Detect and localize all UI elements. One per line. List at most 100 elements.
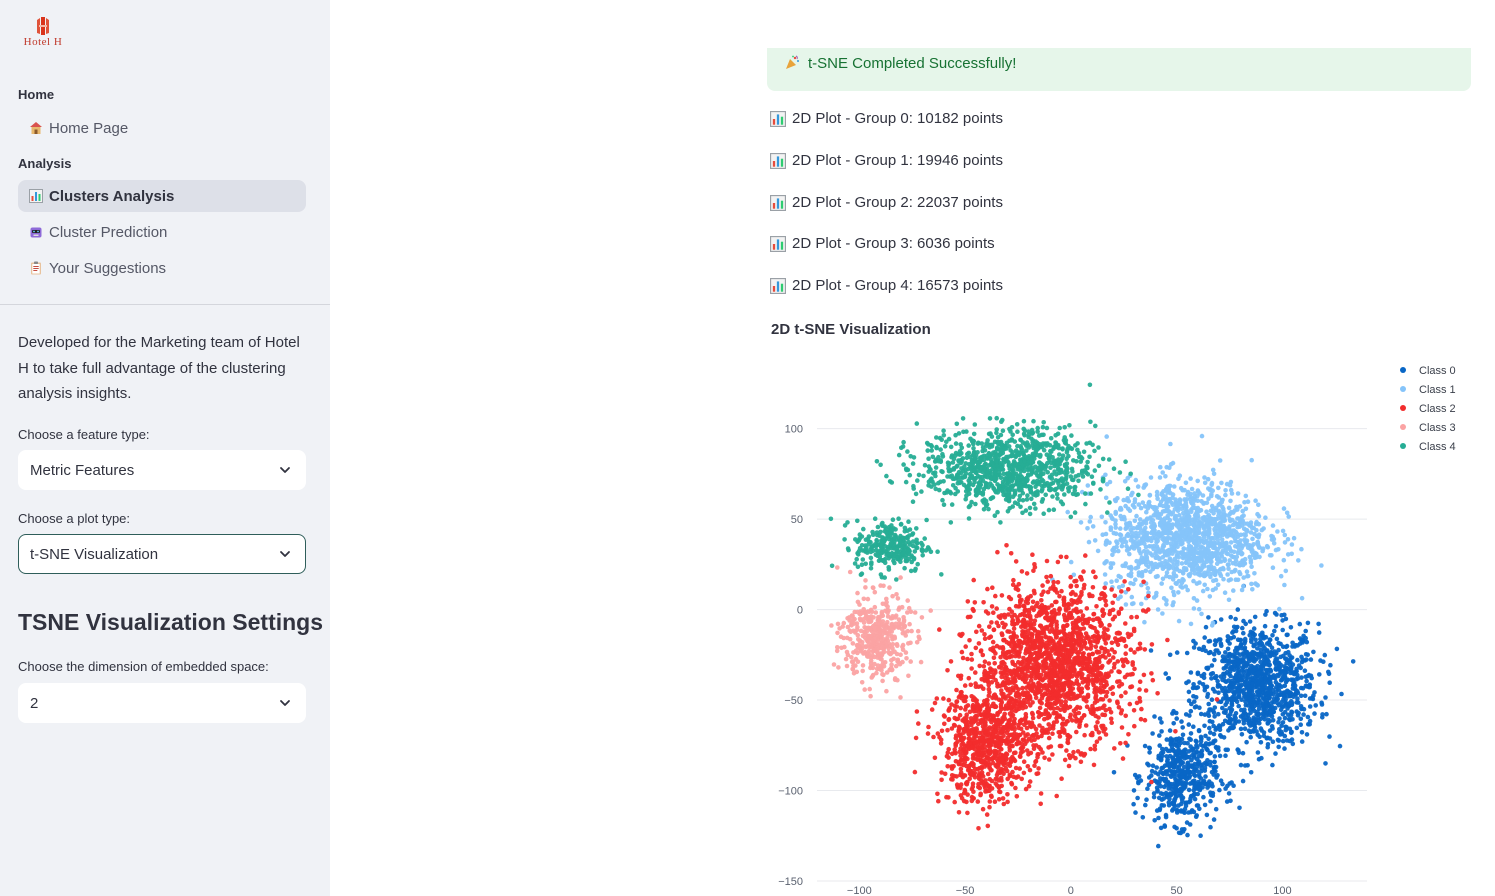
nav-item-your-suggestions[interactable]: Your Suggestions — [18, 252, 306, 284]
dimension-select[interactable]: 2 — [18, 683, 306, 723]
viz-title: 2D t-SNE Visualization — [771, 321, 931, 338]
scatter-point — [1253, 581, 1258, 586]
scatter-point — [1072, 599, 1077, 604]
hotel-logo[interactable]: Hotel H — [18, 16, 68, 50]
feature-type-select[interactable]: Metric Features — [18, 450, 306, 490]
nav-item-clusters-analysis[interactable]: Clusters Analysis — [18, 180, 306, 212]
scatter-point — [1146, 502, 1152, 508]
tsne-chart-svg[interactable]: 100500−50−100−150−100 −50 0 50 100 Class 0Cl… — [767, 350, 1471, 896]
scatter-point — [1245, 499, 1251, 504]
scatter-point — [1159, 729, 1164, 734]
chevron-down-icon — [280, 551, 290, 557]
scatter-point — [1043, 634, 1049, 640]
scatter-point — [1142, 717, 1148, 723]
scatter-point — [994, 606, 999, 611]
scatter-point — [1168, 738, 1173, 744]
scatter-point — [1235, 747, 1240, 752]
scatter-point — [1199, 558, 1204, 563]
scatter-point — [1322, 652, 1328, 658]
scatter-point — [1107, 622, 1112, 628]
scatter-point — [1206, 701, 1211, 707]
scatter-point — [1158, 563, 1163, 568]
scatter-point — [965, 599, 971, 604]
scatter-point — [1123, 561, 1128, 566]
scatter-point — [1204, 812, 1210, 818]
scatter-point — [1212, 754, 1218, 759]
scatter-point — [1152, 714, 1157, 719]
scatter-point — [1292, 686, 1298, 692]
scatter-point — [1091, 762, 1097, 768]
scatter-point — [1256, 715, 1261, 720]
scatter-point — [1249, 581, 1254, 587]
chevron-down-icon — [280, 467, 290, 473]
scatter-point — [1085, 661, 1090, 667]
scatter-point — [1198, 734, 1204, 740]
scatter-point — [1102, 703, 1107, 708]
scatter-point — [1328, 662, 1333, 668]
scatter-point — [1211, 817, 1217, 822]
scatter-point — [994, 643, 1000, 649]
plot-type-select[interactable]: t-SNE Visualization — [18, 534, 306, 574]
scatter-point — [989, 620, 994, 625]
scatter-point — [1260, 696, 1266, 701]
scatter-point — [1211, 471, 1217, 477]
scatter-point — [1189, 486, 1195, 492]
scatter-point — [1216, 637, 1222, 642]
scatter-point — [1020, 667, 1025, 672]
scatter-point — [1211, 772, 1216, 777]
nav-item-home-page[interactable]: Home Page — [18, 112, 306, 144]
scatter-point — [1081, 651, 1086, 656]
scatter-point — [1231, 654, 1236, 659]
scatter-point — [1302, 693, 1308, 699]
scatter-point — [1196, 606, 1202, 612]
series-0-points — [1111, 583, 1356, 849]
scatter-point — [1304, 732, 1310, 737]
scatter-point — [1185, 765, 1191, 770]
scatter-point — [1163, 814, 1169, 820]
scatter-point — [1093, 574, 1098, 580]
scatter-point — [1304, 657, 1309, 662]
scatter-point — [1223, 753, 1228, 758]
scatter-point — [1143, 688, 1149, 693]
scatter-point — [1274, 697, 1279, 702]
scatter-point — [1164, 504, 1170, 510]
scatter-point — [1179, 749, 1184, 755]
scatter-point — [1170, 769, 1175, 775]
scatter-point — [1090, 651, 1095, 657]
scatter-point — [1220, 705, 1225, 711]
scatter-point — [1283, 666, 1288, 671]
scatter-point — [1137, 641, 1143, 647]
scatter-point — [1093, 644, 1099, 649]
scatter-point — [1191, 596, 1197, 601]
scatter-point — [1185, 832, 1190, 838]
scatter-point — [1150, 566, 1156, 572]
scatter-point — [1025, 600, 1031, 606]
scatter-point — [1229, 689, 1235, 694]
scatter-point — [1156, 772, 1161, 777]
scatter-point — [1165, 757, 1170, 762]
scatter-point — [1151, 530, 1157, 536]
scatter-point — [1143, 482, 1149, 487]
tsne-chart[interactable]: 100 50 0 −50 −100 −150 −100 −50 0 50 100 Class 0 Cl… — [767, 350, 1471, 896]
scatter-point — [1137, 695, 1142, 701]
scatter-point — [1251, 692, 1256, 698]
scatter-point — [1277, 606, 1282, 612]
scatter-point — [1161, 519, 1167, 525]
scatter-point — [1021, 759, 1027, 764]
scatter-point — [969, 666, 974, 671]
scatter-point — [1110, 547, 1115, 553]
bar-chart-icon — [770, 152, 786, 169]
scatter-point — [1103, 495, 1109, 501]
scatter-point — [1217, 458, 1223, 463]
scatter-point — [968, 614, 973, 620]
scatter-point — [1268, 674, 1273, 680]
scatter-point — [1214, 674, 1219, 679]
scatter-point — [1063, 699, 1068, 704]
scatter-point — [1198, 833, 1203, 838]
nav-item-cluster-prediction[interactable]: Cluster Prediction — [18, 216, 306, 248]
scatter-point — [1242, 763, 1248, 768]
scatter-point — [1099, 723, 1104, 729]
scatter-point — [1037, 609, 1042, 615]
scatter-point — [1191, 536, 1197, 541]
scatter-point — [1125, 496, 1130, 501]
